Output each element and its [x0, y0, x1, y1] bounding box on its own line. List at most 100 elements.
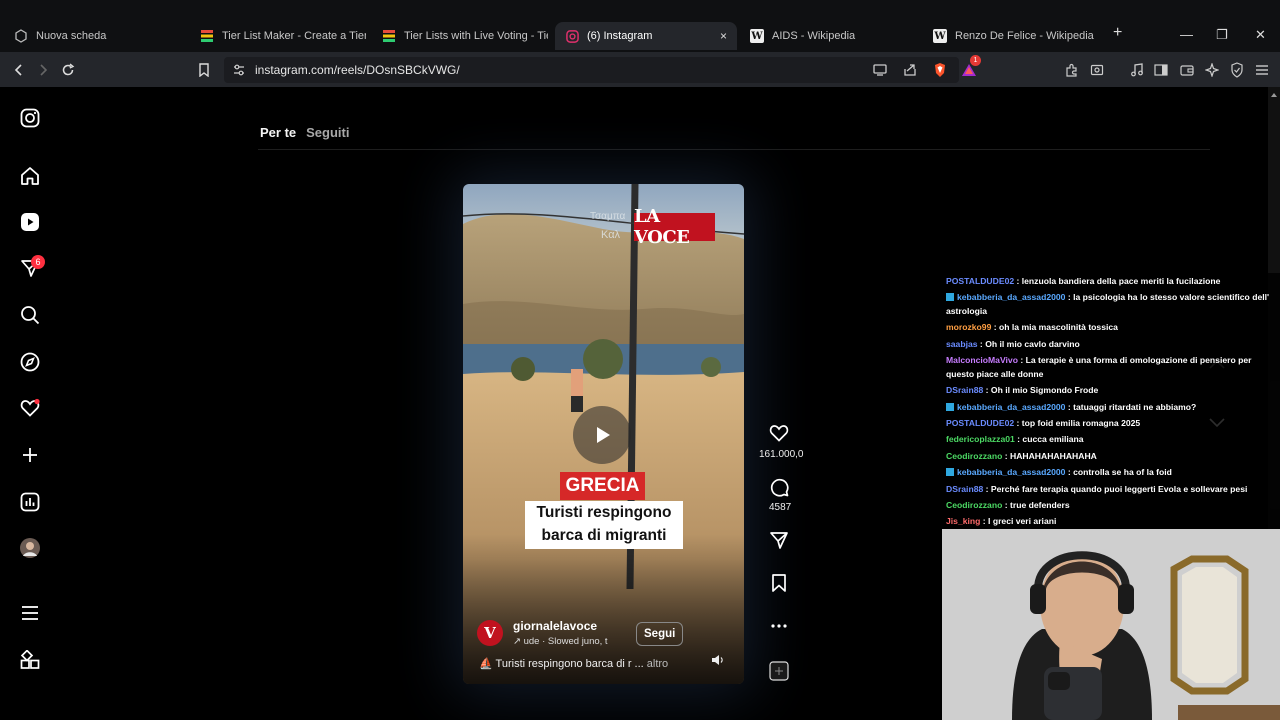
overlay-faint-text-1: Τσαμπα	[590, 211, 626, 222]
overlay-faint-text-2: Καλ	[601, 229, 621, 241]
chat-message: kebabberia_da_assad2000 : controlla se h…	[944, 464, 1280, 480]
chat-message: saabjas : Oh il mio cavlo darvino	[944, 336, 1280, 352]
chat-separator: :	[1014, 418, 1022, 429]
notifications-icon[interactable]	[19, 397, 41, 419]
caption-line: barca di migranti	[541, 527, 667, 544]
reel-video[interactable]: LA VOCE Τσαμπα Καλ GRECIA Turisti respin…	[463, 184, 744, 684]
chat-separator: :	[1065, 292, 1074, 303]
browser-menu-icon[interactable]	[1253, 61, 1271, 79]
chat-badge-icon	[946, 293, 954, 302]
tab-aids-wikipedia[interactable]: W AIDS - Wikipedia	[740, 22, 922, 50]
brave-rewards-icon[interactable]: 1	[960, 55, 981, 79]
share-icon[interactable]	[901, 61, 919, 79]
share-icon[interactable]	[769, 530, 789, 550]
audio-track[interactable]: ↗ ude · Slowed juno, t	[513, 636, 608, 647]
reload-icon[interactable]	[59, 61, 77, 79]
more-link[interactable]: altro	[647, 658, 668, 670]
vpn-icon[interactable]	[1228, 61, 1246, 79]
chat-text: Perché fare terapia quando puoi leggerti…	[990, 483, 1248, 494]
tiermaker-icon	[200, 29, 214, 43]
close-window-button[interactable]: ✕	[1255, 27, 1266, 43]
chat-username: DSrain88	[946, 483, 984, 494]
tab-title: AIDS - Wikipedia	[772, 30, 856, 42]
extensions-icon[interactable]	[1063, 61, 1081, 79]
chat-username: kebabberia_da_assad2000	[957, 401, 1066, 412]
bookmark-page-icon[interactable]	[195, 61, 213, 79]
tab-tier-lists-live[interactable]: Tier Lists with Live Voting - Tier	[372, 22, 548, 50]
save-icon[interactable]	[769, 573, 789, 593]
chat-text: tatuaggi ritardati ne abbiamo?	[1073, 401, 1197, 412]
chat-text: lenzuola bandiera della pace meriti la f…	[1021, 276, 1221, 286]
tab-renzo-de-felice[interactable]: W Renzo De Felice - Wikipedia	[923, 22, 1105, 50]
site-settings-icon[interactable]	[230, 61, 248, 79]
explore-icon[interactable]	[19, 351, 41, 373]
menu-icon[interactable]	[19, 602, 41, 624]
tiermaker-icon	[382, 29, 396, 43]
instagram-logo-icon[interactable]	[19, 107, 41, 129]
chat-username: POSTALDUDE02	[946, 276, 1015, 286]
back-icon[interactable]	[10, 61, 28, 79]
chat-message: morozko99 : oh la mia mascolinità tossic…	[944, 319, 1280, 335]
play-icon[interactable]	[573, 406, 631, 464]
reel-author[interactable]: V giornalelavoce ↗ ude · Slowed juno, t	[477, 619, 608, 647]
instagram-icon	[565, 29, 579, 43]
new-tab-icon	[14, 29, 28, 43]
follow-button[interactable]: Segui	[636, 622, 684, 646]
chat-message: kebabberia_da_assad2000 : tatuaggi ritar…	[944, 399, 1280, 415]
webcam-feed	[942, 529, 1280, 720]
more-options-icon[interactable]	[769, 616, 789, 636]
dashboard-icon[interactable]	[19, 491, 41, 513]
chat-separator: :	[1014, 276, 1022, 286]
chat-username: saabjas	[946, 338, 978, 349]
chat-username: DSrain88	[946, 385, 984, 396]
volume-icon[interactable]	[711, 653, 725, 667]
chat-text: top foid emilia romagna 2025	[1021, 418, 1141, 429]
chat-text: cucca emiliana	[1022, 434, 1084, 445]
video-caption: Turisti respingono barca di migranti	[525, 501, 683, 549]
reels-icon[interactable]	[19, 211, 41, 233]
cast-icon[interactable]	[871, 61, 889, 79]
forward-icon[interactable]	[34, 61, 52, 79]
leo-ai-icon[interactable]	[1203, 61, 1221, 79]
chat-message: Ceodirozzano : true defenders	[944, 497, 1280, 513]
tab-new-tab[interactable]: Nuova scheda	[4, 22, 184, 50]
wallet-icon[interactable]	[1178, 61, 1196, 79]
chat-separator: :	[1017, 355, 1026, 366]
comment-icon[interactable]	[769, 477, 789, 497]
chat-text: I greci veri ariani	[988, 516, 1057, 527]
new-tab-button[interactable]: +	[1113, 24, 1122, 42]
close-tab-icon[interactable]: ×	[720, 29, 727, 43]
chat-username: POSTALDUDE02	[946, 418, 1015, 429]
la-voce-watermark: LA VOCE	[634, 206, 715, 248]
brave-shields-icon[interactable]	[931, 61, 949, 79]
author-avatar[interactable]: V	[477, 620, 503, 646]
author-username[interactable]: giornalelavoce	[513, 619, 597, 633]
chat-separator: :	[980, 516, 989, 527]
home-icon[interactable]	[19, 165, 41, 187]
also-from-meta-icon[interactable]	[19, 649, 41, 671]
url-text: instagram.com/reels/DOsnSBCkVWG/	[255, 63, 460, 77]
feed-tabs-divider	[258, 149, 1210, 150]
sidebar-toggle-icon[interactable]	[1152, 61, 1170, 79]
description-text: ⛵ Turisti respingono barca di r ...	[479, 658, 644, 670]
maximize-button[interactable]: ❐	[1216, 27, 1228, 43]
tab-instagram[interactable]: (6) Instagram ×	[555, 22, 737, 50]
profile-avatar[interactable]	[19, 537, 41, 559]
tab-following[interactable]: Seguiti	[306, 125, 349, 140]
screenshot-icon[interactable]	[1088, 61, 1106, 79]
create-icon[interactable]	[19, 444, 41, 466]
address-bar[interactable]: instagram.com/reels/DOsnSBCkVWG/	[224, 57, 959, 83]
chat-separator: :	[1065, 401, 1074, 412]
like-icon[interactable]	[769, 423, 789, 443]
tab-tier-list-maker[interactable]: Tier List Maker - Create a Tier Li	[190, 22, 366, 50]
like-count: 161.000,0	[759, 449, 804, 460]
chat-separator: :	[1065, 467, 1074, 478]
reel-description[interactable]: ⛵ Turisti respingono barca di r ... altr…	[479, 657, 668, 670]
chat-badge-icon	[946, 402, 954, 411]
search-icon[interactable]	[19, 304, 41, 326]
tab-for-you[interactable]: Per te	[260, 125, 296, 140]
audio-thumbnail-icon[interactable]	[769, 661, 789, 681]
minimize-button[interactable]: —	[1180, 27, 1193, 42]
chat-text: true defenders	[1009, 500, 1070, 511]
media-icon[interactable]	[1128, 61, 1146, 79]
